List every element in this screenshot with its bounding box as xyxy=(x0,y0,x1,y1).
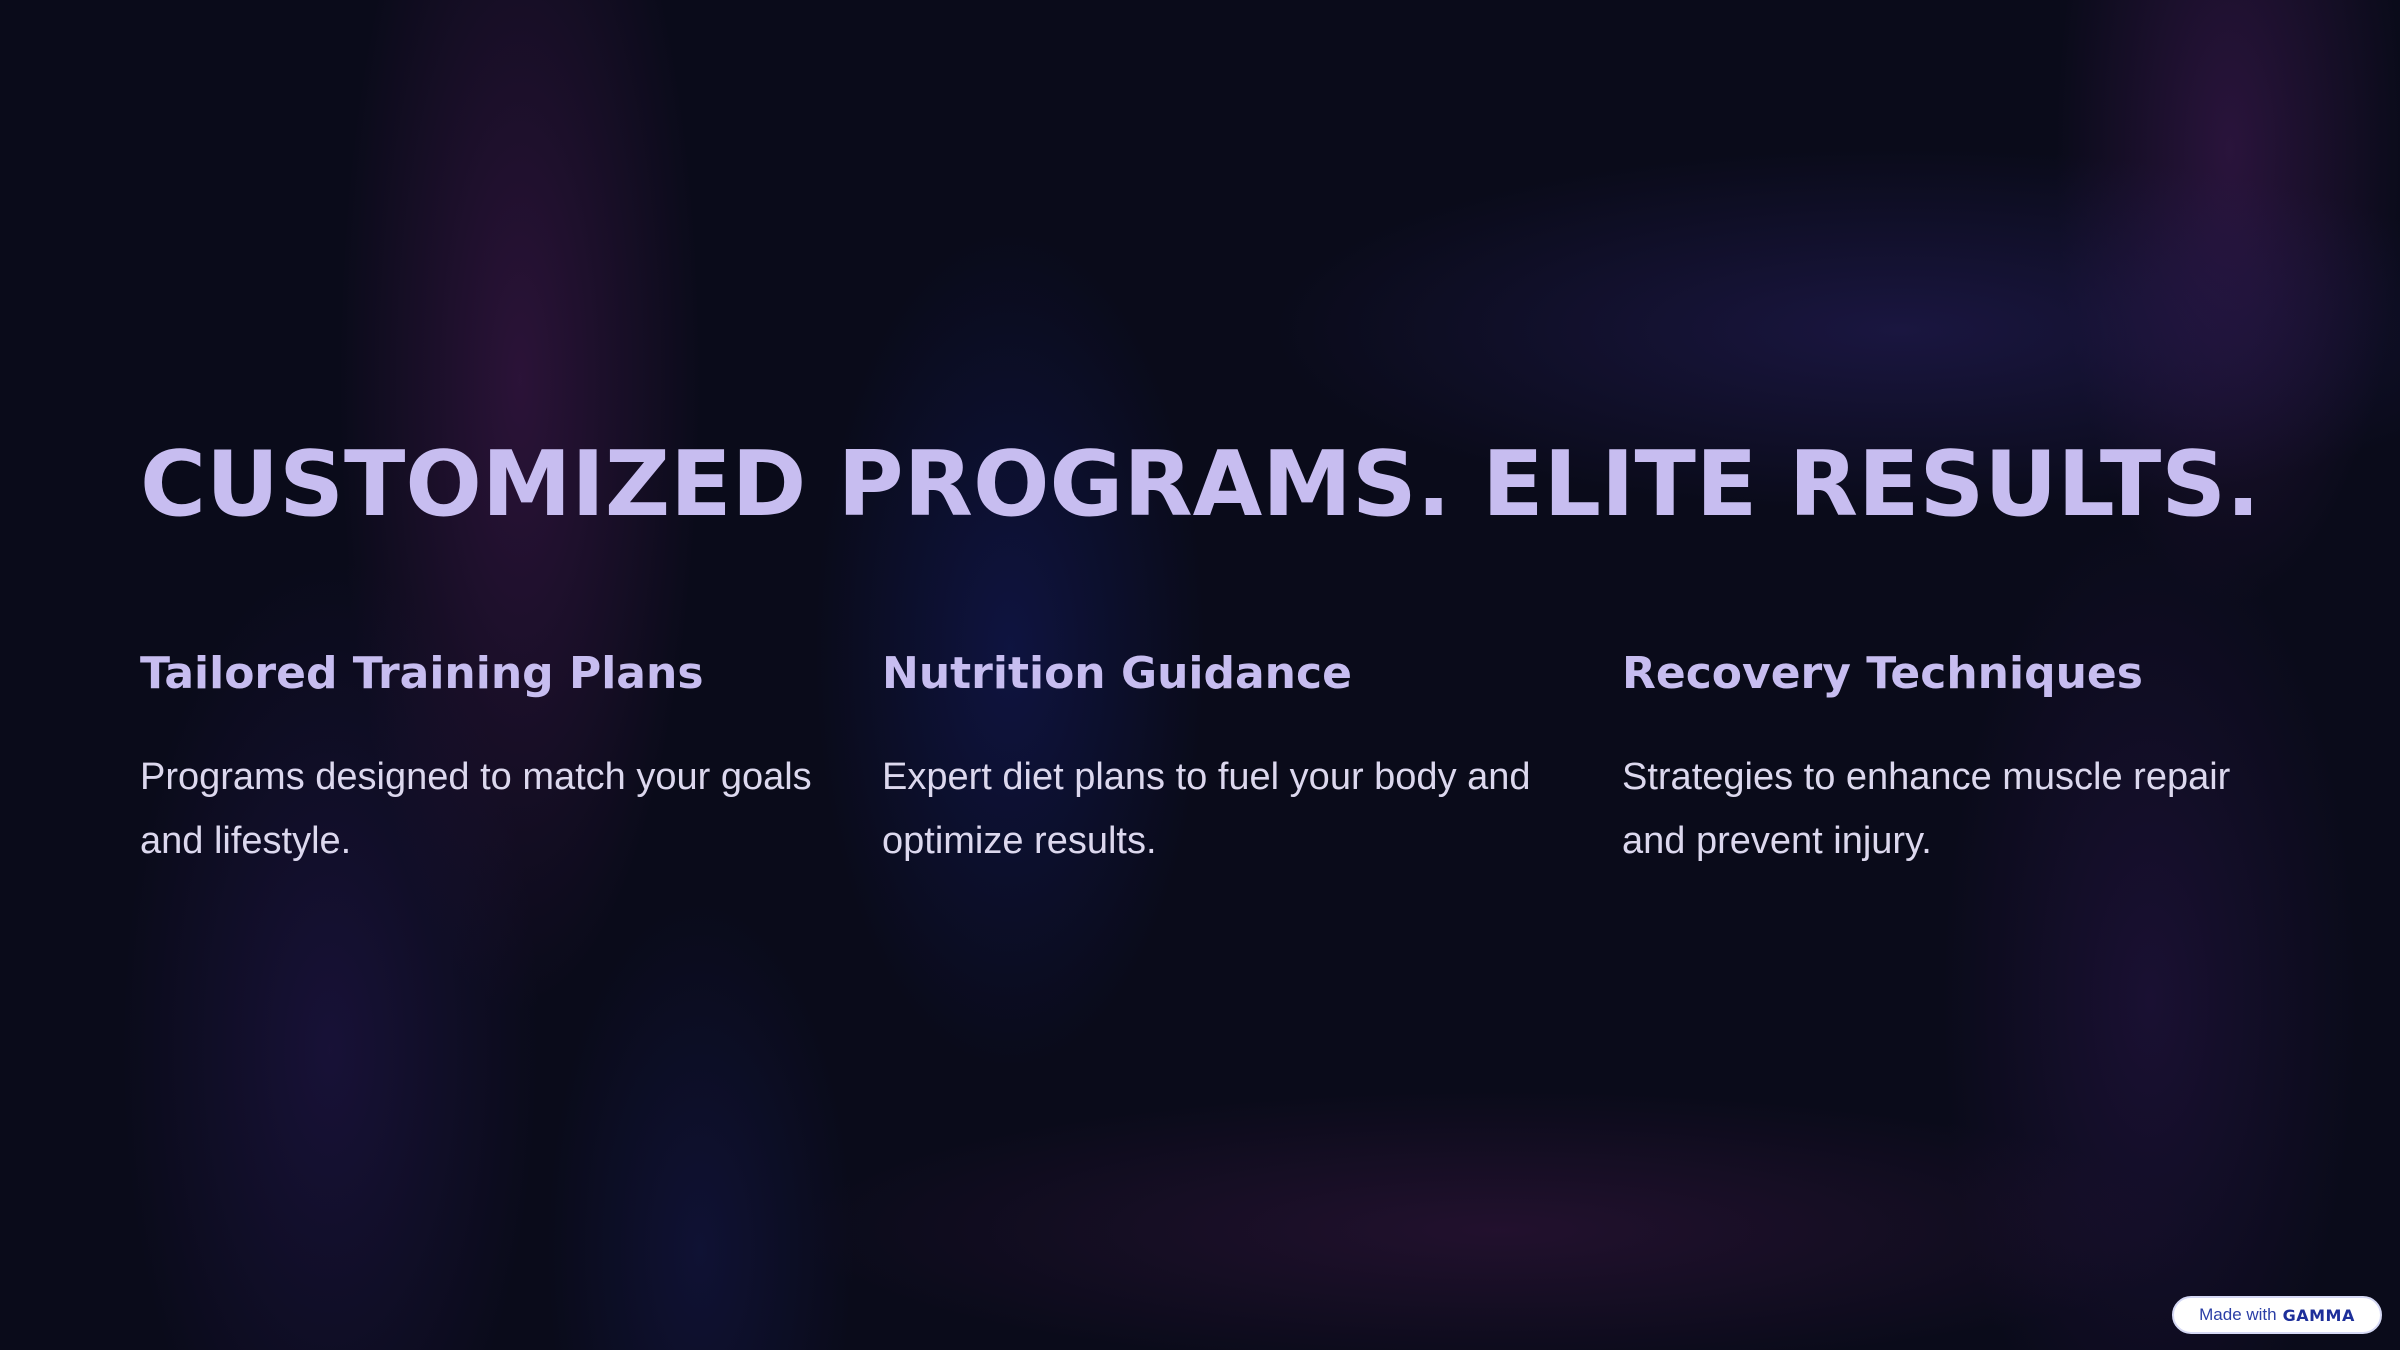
feature-description: Programs designed to match your goals an… xyxy=(140,756,812,862)
feature-description: Expert diet plans to fuel your body and … xyxy=(882,756,1531,862)
badge-prefix: Made with xyxy=(2199,1305,2277,1324)
slide: CUSTOMIZED PROGRAMS. ELITE RESULTS. Tail… xyxy=(0,0,2400,1350)
feature-column-training: Tailored Training Plans Programs designe… xyxy=(140,648,820,873)
gamma-logo: GAMMA xyxy=(2282,1305,2355,1325)
feature-heading: Nutrition Guidance xyxy=(882,648,1352,699)
made-with-gamma-badge[interactable]: Made with GAMMA xyxy=(2172,1296,2382,1334)
slide-title: CUSTOMIZED PROGRAMS. ELITE RESULTS. xyxy=(140,432,2261,537)
feature-heading: Recovery Techniques xyxy=(1622,648,2143,699)
feature-heading: Tailored Training Plans xyxy=(140,648,704,699)
feature-description: Strategies to enhance muscle repair and … xyxy=(1622,756,2231,862)
feature-column-nutrition: Nutrition Guidance Expert diet plans to … xyxy=(882,648,1562,873)
feature-column-recovery: Recovery Techniques Strategies to enhanc… xyxy=(1622,648,2302,873)
